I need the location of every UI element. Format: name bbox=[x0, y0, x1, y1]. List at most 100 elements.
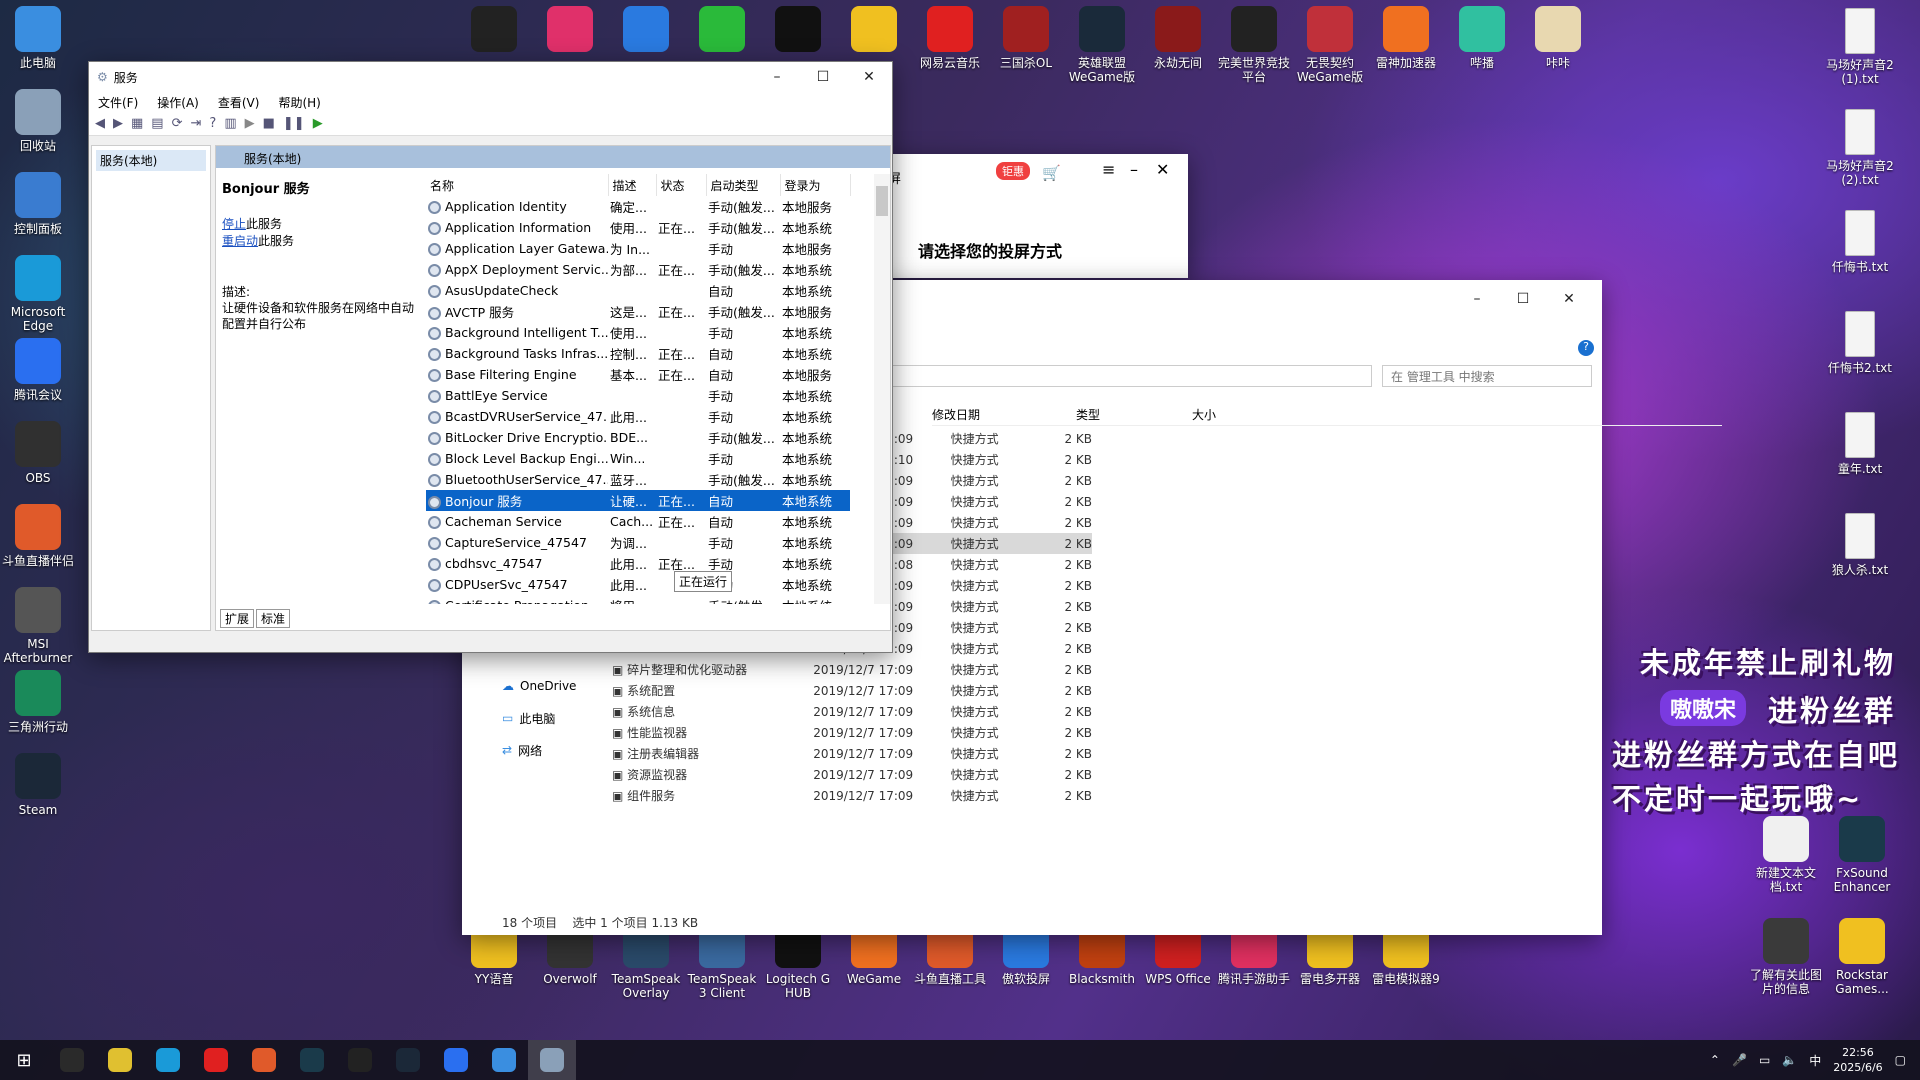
nav-onedrive[interactable]: ☁ OneDrive bbox=[502, 670, 602, 702]
table-row[interactable]: Certificate Propagation 将用... 手动(触发... 本地系统 bbox=[426, 595, 850, 604]
list-item[interactable]: ▣ 性能监视器 2019/12/7 17:09 快捷方式 2 KB bbox=[612, 722, 1092, 743]
minimize-icon[interactable]: – bbox=[1454, 284, 1500, 314]
desktop-icon[interactable]: OBS bbox=[0, 421, 78, 485]
notification-icon[interactable]: ▢ bbox=[1895, 1053, 1906, 1067]
search-input[interactable]: 在 管理工具 中搜索 bbox=[1382, 365, 1592, 387]
desktop-icon[interactable]: 腾讯会议 bbox=[0, 338, 78, 402]
list-item[interactable]: ▣ 注册表编辑器 2019/12/7 17:09 快捷方式 2 KB bbox=[612, 743, 1092, 764]
table-row[interactable]: AppX Deployment Servic... 为部... 正在... 手动(触发… bbox=[426, 259, 850, 280]
table-row[interactable]: Background Tasks Infras... 控制... 正在... 自动 本地… bbox=[426, 343, 850, 364]
taskbar-app[interactable] bbox=[528, 1040, 576, 1080]
properties-icon[interactable]: ▤ bbox=[151, 116, 163, 131]
tray-overflow-icon[interactable]: ⌃ bbox=[1710, 1053, 1720, 1067]
desktop-icon[interactable] bbox=[682, 6, 762, 56]
maximize-icon[interactable]: ☐ bbox=[1500, 284, 1546, 314]
ime-indicator[interactable]: 中 bbox=[1809, 1052, 1821, 1069]
close-icon[interactable]: ✕ bbox=[1546, 284, 1592, 314]
tab-standard[interactable]: 标准 bbox=[256, 609, 291, 628]
table-row[interactable]: AVCTP 服务 这是... 正在... 手动(触发... 本地服务 bbox=[426, 301, 850, 322]
desktop-icon[interactable]: 斗鱼直播伴侣 bbox=[0, 504, 78, 568]
menu-file[interactable]: 文件(F) bbox=[98, 94, 138, 111]
taskbar-app[interactable] bbox=[192, 1040, 240, 1080]
table-row[interactable]: BcastDVRUserService_47... 此用... 手动 本地系统 bbox=[426, 406, 850, 427]
nav-this-pc[interactable]: ▭ 此电脑 bbox=[502, 702, 602, 734]
close-icon[interactable]: ✕ bbox=[1156, 160, 1169, 179]
desktop-icon[interactable]: 完美世界竞技平台 bbox=[1214, 6, 1294, 84]
table-row[interactable]: Background Intelligent T... 使用... 手动 本地系统 bbox=[426, 322, 850, 343]
column-header-0[interactable]: 名称 bbox=[426, 174, 609, 196]
desktop-icon[interactable]: 三角洲行动 bbox=[0, 670, 78, 734]
desktop-icon[interactable]: Microsoft Edge bbox=[0, 255, 78, 333]
maximize-icon[interactable]: ☐ bbox=[800, 62, 846, 92]
desktop-icon[interactable] bbox=[606, 6, 686, 56]
menu-action[interactable]: 操作(A) bbox=[157, 94, 199, 111]
clock[interactable]: 22:56 2025/6/6 bbox=[1833, 1045, 1882, 1075]
taskbar-app[interactable] bbox=[432, 1040, 480, 1080]
column-header-2[interactable]: 状态 bbox=[656, 174, 707, 196]
table-row[interactable]: Bonjour 服务 让硬... 正在... 自动 本地系统 bbox=[426, 490, 850, 511]
desktop-icon[interactable]: Steam bbox=[0, 753, 78, 817]
desktop-icon[interactable]: 网易云音乐 bbox=[910, 6, 990, 70]
desktop-icon[interactable]: 哔播 bbox=[1442, 6, 1522, 70]
desktop-icon[interactable]: 了解有关此图片的信息 bbox=[1746, 918, 1826, 996]
desktop-icon[interactable] bbox=[530, 6, 610, 56]
start-button[interactable]: ⊞ bbox=[0, 1040, 48, 1080]
taskbar-app[interactable] bbox=[48, 1040, 96, 1080]
table-row[interactable]: Block Level Backup Engi... Win... 手动 本地系统 bbox=[426, 448, 850, 469]
export-icon[interactable]: ⇥ bbox=[191, 116, 202, 131]
taskbar-app[interactable] bbox=[480, 1040, 528, 1080]
text-file[interactable]: 仟悔书2.txt bbox=[1820, 311, 1900, 375]
menu-icon[interactable]: ≡ bbox=[1102, 160, 1115, 179]
cart-icon[interactable]: 🛒 bbox=[1042, 164, 1061, 182]
forward-icon[interactable]: ▶ bbox=[113, 116, 123, 131]
table-row[interactable]: BluetoothUserService_47... 蓝牙... 手动(触发... 本… bbox=[426, 469, 850, 490]
table-row[interactable]: CDPUserSvc_47547此用...自动本地系统 bbox=[426, 574, 850, 595]
desktop-icon[interactable]: 雷神加速器 bbox=[1366, 6, 1446, 70]
show-tree-icon[interactable]: ▦ bbox=[131, 116, 143, 131]
desktop-icon[interactable]: 控制面板 bbox=[0, 172, 78, 236]
desktop-icon[interactable] bbox=[834, 6, 914, 56]
taskbar-app[interactable] bbox=[240, 1040, 288, 1080]
help-icon[interactable]: ? bbox=[1578, 340, 1594, 356]
stop-service-link[interactable]: 停止 bbox=[222, 217, 246, 231]
text-file[interactable]: 马场好声音2 (2).txt bbox=[1820, 109, 1900, 187]
col-modified[interactable]: 修改日期 bbox=[932, 406, 980, 423]
table-row[interactable]: Cacheman Service Cach... 正在... 自动 本地系统 bbox=[426, 511, 850, 532]
desktop-icon[interactable]: 咔咔 bbox=[1518, 6, 1598, 70]
address-bar[interactable] bbox=[892, 365, 1372, 387]
list-item[interactable]: ▣ 组件服务 2019/12/7 17:09 快捷方式 2 KB bbox=[612, 785, 1092, 806]
help-icon[interactable]: ? bbox=[209, 116, 216, 131]
desktop-icon[interactable]: Rockstar Games... bbox=[1822, 918, 1902, 996]
desktop-icon[interactable] bbox=[454, 6, 534, 56]
text-file[interactable]: 马场好声音2 (1).txt bbox=[1820, 8, 1900, 86]
refresh-icon[interactable]: ⟳ bbox=[172, 116, 183, 131]
back-icon[interactable]: ◀ bbox=[95, 116, 105, 131]
restart-service-link[interactable]: 重启动 bbox=[222, 234, 258, 248]
close-icon[interactable]: ✕ bbox=[846, 62, 892, 92]
discount-badge[interactable]: 钜惠 bbox=[996, 162, 1030, 180]
desktop-icon[interactable]: 此电脑 bbox=[0, 6, 78, 70]
scroll-thumb[interactable] bbox=[876, 186, 888, 216]
desktop-icon[interactable]: FxSound Enhancer bbox=[1822, 816, 1902, 894]
network-icon[interactable]: ▭ bbox=[1759, 1053, 1770, 1067]
desktop-icon[interactable]: 三国杀OL bbox=[986, 6, 1066, 70]
stop-icon[interactable]: ■ bbox=[263, 116, 275, 131]
desktop-icon[interactable]: 无畏契约 WeGame版 bbox=[1290, 6, 1370, 84]
column-header-4[interactable]: 登录为 bbox=[780, 174, 851, 196]
taskbar-app[interactable] bbox=[288, 1040, 336, 1080]
desktop-icon[interactable] bbox=[758, 6, 838, 56]
menu-view[interactable]: 查看(V) bbox=[218, 94, 260, 111]
minimize-icon[interactable]: – bbox=[754, 62, 800, 92]
table-row[interactable]: BattlEye Service 手动 本地系统 bbox=[426, 385, 850, 406]
list-item[interactable]: ▣ 碎片整理和优化驱动器 2019/12/7 17:09 快捷方式 2 KB bbox=[612, 659, 1092, 680]
table-row[interactable]: Application Identity 确定... 手动(触发... 本地服务 bbox=[426, 196, 850, 217]
tree-item-services-local[interactable]: 服务(本地) bbox=[96, 150, 206, 171]
pause-icon[interactable]: ❚❚ bbox=[283, 116, 305, 131]
taskbar-app[interactable] bbox=[384, 1040, 432, 1080]
table-row[interactable]: cbdhsvc_47547 此用... 正在... 手动 本地系统 bbox=[426, 553, 850, 574]
minimize-icon[interactable]: – bbox=[1130, 160, 1138, 179]
col-size[interactable]: 大小 bbox=[1192, 406, 1216, 423]
text-file[interactable]: 仟悔书.txt bbox=[1820, 210, 1900, 274]
nav-network[interactable]: ⇄ 网络 bbox=[502, 734, 602, 766]
list-item[interactable]: ▣ 资源监视器 2019/12/7 17:09 快捷方式 2 KB bbox=[612, 764, 1092, 785]
